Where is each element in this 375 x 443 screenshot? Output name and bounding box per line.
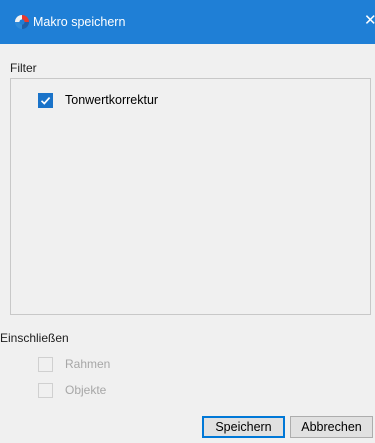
window-title: Makro speichern bbox=[33, 15, 126, 29]
tonwertkorrektur-checkbox[interactable] bbox=[38, 93, 53, 108]
save-button[interactable]: Speichern bbox=[202, 416, 285, 438]
photo-app-logo-icon bbox=[14, 14, 30, 30]
include-section-label: Einschließen bbox=[0, 331, 69, 345]
filter-section-label: Filter bbox=[10, 61, 37, 75]
filter-list[interactable]: Tonwertkorrektur bbox=[10, 78, 371, 315]
objekte-label: Objekte bbox=[65, 383, 107, 397]
title-bar[interactable]: Makro speichern ✕ bbox=[0, 0, 375, 44]
filter-item-label: Tonwertkorrektur bbox=[65, 93, 159, 107]
close-icon[interactable]: ✕ bbox=[364, 12, 375, 30]
checkmark-icon bbox=[40, 97, 51, 105]
cancel-button[interactable]: Abbrechen bbox=[290, 416, 373, 438]
rahmen-checkbox[interactable] bbox=[38, 357, 53, 372]
objekte-checkbox[interactable] bbox=[38, 383, 53, 398]
rahmen-label: Rahmen bbox=[65, 357, 111, 371]
